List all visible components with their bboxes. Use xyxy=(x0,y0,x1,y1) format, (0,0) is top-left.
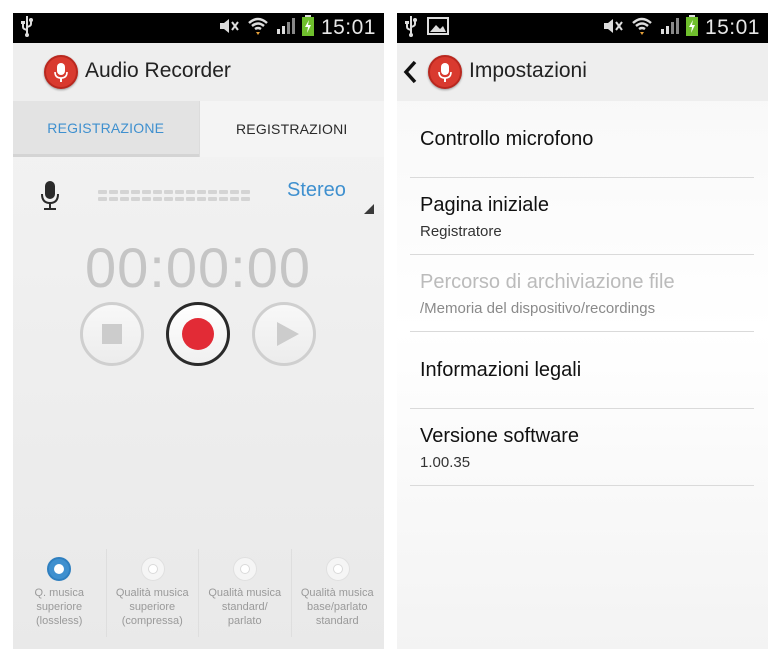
status-time: 15:01 xyxy=(704,16,760,39)
quality-label: Q. musica superiore (lossless) xyxy=(34,587,84,627)
quality-label: Qualità musica superiore (compressa) xyxy=(115,587,189,627)
settings-list: Controllo microfono Pagina iniziale Regi… xyxy=(410,101,754,486)
microphone-icon xyxy=(40,181,60,216)
radio-icon[interactable] xyxy=(325,557,350,581)
status-bar: 15:01 xyxy=(13,13,384,43)
setting-mic-control[interactable]: Controllo microfono xyxy=(410,101,754,178)
recorder-screen: 15:01 Audio Recorder REGISTRAZIONE REGIS… xyxy=(13,13,384,649)
usb-icon xyxy=(403,15,419,42)
quality-selector: Q. musica superiore (lossless) Qualità m… xyxy=(13,549,383,637)
setting-legal-info[interactable]: Informazioni legali xyxy=(410,332,754,409)
setting-value: /Memoria del dispositivo/recordings xyxy=(420,300,656,317)
action-bar: Audio Recorder xyxy=(13,43,384,101)
quality-option-compressed[interactable]: Qualità musica superiore (compressa) xyxy=(105,549,199,637)
setting-title: Informazioni legali xyxy=(420,359,582,381)
dropdown-corner-icon[interactable] xyxy=(364,204,374,214)
image-icon xyxy=(427,16,449,40)
status-bar: 15:01 xyxy=(397,13,768,43)
channel-mode-select[interactable]: Stereo xyxy=(287,179,346,202)
wifi-icon xyxy=(631,16,653,41)
microphone-app-icon xyxy=(44,55,78,89)
setting-title: Percorso di archiviazione file xyxy=(420,271,675,293)
signal-icon xyxy=(659,16,679,41)
stop-button[interactable] xyxy=(80,302,144,366)
wifi-icon xyxy=(247,16,269,41)
setting-storage-path: Percorso di archiviazione file /Memoria … xyxy=(410,255,754,332)
play-button[interactable] xyxy=(252,302,316,366)
stop-icon xyxy=(102,324,122,344)
mute-icon xyxy=(217,16,241,41)
signal-icon xyxy=(275,16,295,41)
setting-value: 1.00.35 xyxy=(420,454,471,471)
play-icon xyxy=(277,322,299,346)
usb-icon xyxy=(19,15,35,42)
page-title: Impostazioni xyxy=(469,59,587,82)
record-button[interactable] xyxy=(166,302,230,366)
microphone-app-icon[interactable] xyxy=(428,55,462,89)
setting-title: Controllo microfono xyxy=(420,128,594,150)
radio-icon[interactable] xyxy=(233,557,257,581)
record-icon xyxy=(182,318,214,350)
recording-timer: 00:00:00 xyxy=(85,236,311,299)
setting-title: Pagina iniziale xyxy=(420,194,549,216)
radio-icon[interactable] xyxy=(140,557,165,581)
app-title: Audio Recorder xyxy=(85,59,231,82)
status-time: 15:01 xyxy=(320,16,376,39)
battery-charging-icon xyxy=(301,14,315,42)
action-bar: Impostazioni xyxy=(397,43,768,101)
quality-option-base[interactable]: Qualità musica base/parlato standard xyxy=(290,549,384,637)
setting-title: Versione software xyxy=(420,425,579,447)
settings-screen: 15:01 Impostazioni Controllo microfono P… xyxy=(397,13,768,649)
tab-registrazione[interactable]: REGISTRAZIONE xyxy=(13,101,199,157)
quality-option-standard[interactable]: Qualità musica standard/ parlato xyxy=(198,549,291,637)
mute-icon xyxy=(601,16,625,41)
tab-bar: REGISTRAZIONE REGISTRAZIONI xyxy=(13,101,384,157)
setting-value: Registratore xyxy=(420,223,502,240)
back-chevron-icon[interactable] xyxy=(402,60,418,89)
radio-selected-icon[interactable] xyxy=(47,557,71,581)
tab-registrazioni[interactable]: REGISTRAZIONI xyxy=(198,101,384,157)
setting-software-version[interactable]: Versione software 1.00.35 xyxy=(410,409,754,486)
quality-label: Qualità musica standard/ parlato xyxy=(208,587,282,627)
battery-charging-icon xyxy=(685,14,699,42)
quality-label: Qualità musica base/parlato standard xyxy=(300,587,374,627)
level-meter xyxy=(98,190,250,201)
setting-start-page[interactable]: Pagina iniziale Registratore xyxy=(410,178,754,255)
quality-option-lossless[interactable]: Q. musica superiore (lossless) xyxy=(13,549,106,637)
